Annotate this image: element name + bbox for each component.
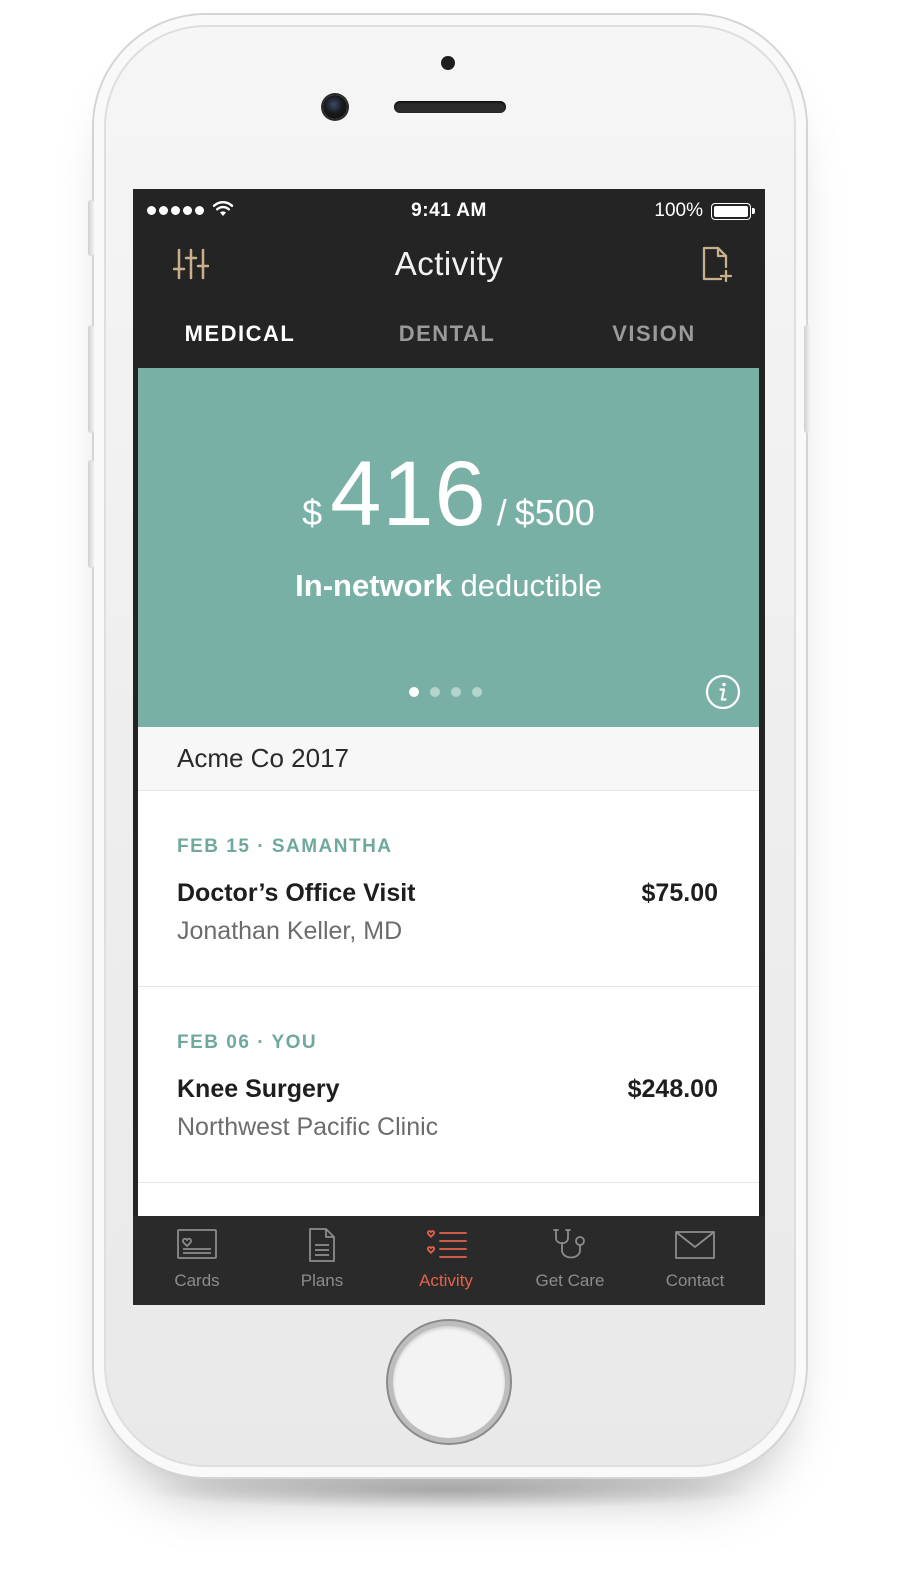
activity-provider: Northwest Pacific Clinic bbox=[177, 1113, 439, 1141]
tabbar-label: Cards bbox=[174, 1271, 220, 1290]
meta-separator: · bbox=[257, 836, 272, 857]
page-dot bbox=[472, 687, 482, 697]
battery-icon bbox=[711, 203, 755, 220]
deductible-label-rest: deductible bbox=[460, 568, 602, 603]
tabbar-item-get-care[interactable]: Get Care bbox=[508, 1216, 632, 1305]
activity-title: Doctor’s Office Visit bbox=[177, 879, 416, 907]
deductible-summary-card[interactable]: $ 416 / $500 In-network deductible bbox=[138, 368, 759, 727]
page-dot bbox=[451, 687, 461, 697]
amount-total: $500 bbox=[514, 492, 595, 533]
activity-item[interactable]: FEB 06 · YOU Knee Surgery $248.00 Northw… bbox=[138, 988, 759, 1183]
page-dot bbox=[409, 687, 419, 697]
activity-meta: FEB 15 · SAMANTHA bbox=[177, 836, 393, 858]
tabbar-label: Activity bbox=[419, 1271, 473, 1290]
power-button bbox=[804, 325, 810, 433]
activity-provider: Jonathan Keller, MD bbox=[177, 917, 403, 945]
home-button[interactable] bbox=[393, 1326, 505, 1438]
volume-down-button bbox=[88, 460, 94, 568]
currency-symbol: $ bbox=[302, 492, 323, 533]
coverage-tabs: MEDICAL DENTAL VISION bbox=[133, 297, 765, 367]
tabbar-label: Get Care bbox=[535, 1271, 605, 1290]
battery-percentage: 100% bbox=[654, 200, 703, 221]
stethoscope-icon bbox=[553, 1229, 585, 1259]
activity-amount: $248.00 bbox=[627, 1075, 718, 1103]
activity-content: $ 416 / $500 In-network deductible Acme … bbox=[138, 368, 759, 1216]
card-icon bbox=[177, 1229, 217, 1259]
front-camera bbox=[323, 95, 347, 119]
navigation-bar: Activity bbox=[133, 233, 765, 297]
amount-separator: / bbox=[496, 492, 507, 533]
tabbar-label: Plans bbox=[300, 1271, 344, 1290]
deductible-label: In-network deductible bbox=[138, 568, 759, 604]
plan-header: Acme Co 2017 bbox=[138, 727, 759, 791]
activity-meta: FEB 06 · YOU bbox=[177, 1032, 317, 1054]
new-document-icon[interactable] bbox=[701, 245, 733, 283]
tabbar-item-plans[interactable]: Plans bbox=[260, 1216, 384, 1305]
tab-vision[interactable]: VISION bbox=[549, 321, 759, 347]
tabbar-item-cards[interactable]: Cards bbox=[135, 1216, 259, 1305]
mute-switch bbox=[88, 200, 94, 256]
app-screen: 9:41 AM 100% Activity MEDICAL DENTAL VIS… bbox=[133, 189, 765, 1305]
volume-up-button bbox=[88, 325, 94, 433]
envelope-icon bbox=[675, 1231, 715, 1259]
deductible-amount: $ 416 / $500 bbox=[138, 448, 759, 540]
tabbar-item-activity[interactable]: Activity bbox=[384, 1216, 508, 1305]
earpiece-speaker bbox=[394, 101, 506, 113]
status-bar: 9:41 AM 100% bbox=[133, 189, 765, 233]
activity-date: FEB 15 bbox=[177, 836, 251, 857]
activity-item[interactable] bbox=[138, 1184, 759, 1216]
activity-member: SAMANTHA bbox=[271, 836, 393, 857]
page-dot bbox=[430, 687, 440, 697]
plan-name: Acme Co 2017 bbox=[177, 743, 349, 773]
page-indicator[interactable] bbox=[409, 687, 482, 697]
page-title: Activity bbox=[394, 245, 504, 282]
tabbar-label: Contact bbox=[665, 1271, 725, 1290]
activity-list-icon bbox=[426, 1230, 467, 1258]
tab-medical[interactable]: MEDICAL bbox=[135, 321, 345, 347]
activity-title: Knee Surgery bbox=[177, 1075, 340, 1103]
tabbar-item-contact[interactable]: Contact bbox=[633, 1216, 757, 1305]
activity-item[interactable]: FEB 15 · SAMANTHA Doctor’s Office Visit … bbox=[138, 792, 759, 987]
amount-spent: 416 bbox=[330, 443, 487, 545]
tab-dental[interactable]: DENTAL bbox=[342, 321, 552, 347]
meta-separator: · bbox=[257, 1032, 272, 1053]
info-icon[interactable] bbox=[705, 674, 741, 710]
bottom-tab-bar: Cards Plans Activity Get Care Contact bbox=[133, 1216, 765, 1305]
deductible-label-strong: In-network bbox=[295, 568, 452, 603]
activity-date: FEB 06 bbox=[177, 1032, 251, 1053]
proximity-sensor bbox=[441, 56, 455, 70]
activity-member: YOU bbox=[271, 1032, 318, 1053]
activity-amount: $75.00 bbox=[641, 879, 718, 907]
document-icon bbox=[309, 1228, 335, 1262]
